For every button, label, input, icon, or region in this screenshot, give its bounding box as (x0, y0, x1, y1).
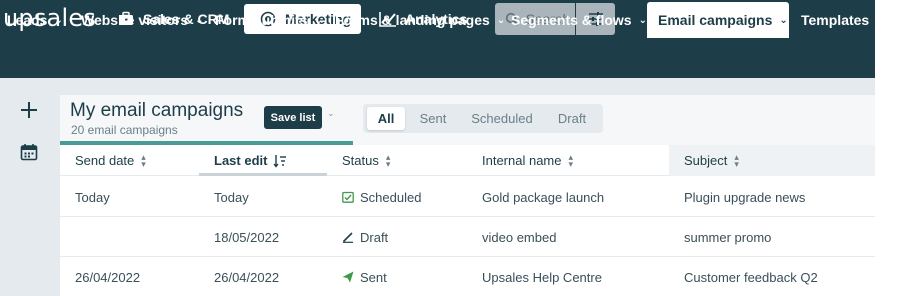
chevron-down-icon: ⌄ (314, 14, 323, 26)
subnav-leads-label: Leads (7, 12, 48, 28)
cell-internal-name: video embed (482, 229, 557, 245)
cell-subject: Customer feedback Q2 (684, 269, 818, 285)
column-send-date[interactable]: Send date ▴ ▾ (75, 145, 146, 176)
column-internal-name[interactable]: Internal name ▴ ▾ (482, 145, 573, 176)
subnav-leads[interactable]: Leads ⌄ (7, 2, 63, 38)
chevron-down-icon: ⌄ (195, 14, 204, 26)
cell-internal-name: Upsales Help Centre (482, 269, 602, 285)
cell-subject: summer promo (684, 229, 772, 245)
column-internal-name-label: Internal name (482, 153, 562, 168)
marketing-sub-navigation (0, 40, 875, 78)
column-status-label: Status (342, 153, 379, 168)
save-list-button[interactable]: Save list (264, 106, 322, 129)
subnav-form-submits[interactable]: Form submits ⌄ (215, 2, 323, 38)
cell-send-date: 26/04/2022 (75, 269, 141, 285)
subnav-email-campaigns-label: Email campaigns (658, 12, 773, 28)
cell-send-date: Today (75, 189, 110, 205)
cell-status: Sent (342, 257, 387, 296)
page-title: My email campaigns (70, 100, 244, 121)
column-last-edit[interactable]: Last edit (214, 145, 287, 176)
status-filter-tabs: All Sent Scheduled Draft (363, 104, 603, 133)
column-subject[interactable]: Subject ▴ ▾ (684, 145, 739, 176)
column-status[interactable]: Status ▴ ▾ (342, 145, 390, 176)
subnav-form-submits-label: Form submits (215, 12, 308, 28)
subnav-email-campaigns[interactable]: Email campaigns ⌄ (647, 2, 789, 38)
add-button[interactable] (18, 99, 40, 121)
subnav-templates-label: Templates (801, 12, 870, 28)
sort-descending-icon (273, 154, 287, 168)
subnav-templates[interactable]: Templates (801, 2, 869, 38)
subnav-forms-landing-pages-label: Forms & landing pages (335, 12, 490, 28)
tab-draft[interactable]: Draft (547, 107, 597, 130)
subnav-segments-flows[interactable]: Segments & flows ⌄ (511, 2, 647, 38)
cell-status: Draft (342, 217, 388, 257)
subnav-segments-flows-label: Segments & flows (511, 12, 632, 28)
subnav-website-visitors-label: Website visitors (81, 12, 189, 28)
column-send-date-label: Send date (75, 153, 135, 168)
sort-icon: ▴ ▾ (734, 151, 739, 169)
cell-status-label: Sent (360, 269, 387, 285)
cell-last-edit: 18/05/2022 (214, 229, 280, 245)
cell-last-edit: Today (214, 189, 249, 205)
sort-icon: ▴ ▾ (141, 151, 146, 169)
chevron-down-icon: ⌄ (638, 14, 647, 26)
sort-icon: ▴ ▾ (568, 151, 574, 169)
tab-sent[interactable]: Sent (411, 107, 455, 130)
campaign-count: 20 email campaigns (71, 123, 178, 137)
paper-plane-icon (342, 271, 354, 283)
cell-subject: Plugin upgrade news (684, 189, 806, 205)
column-last-edit-label: Last edit (214, 153, 268, 168)
cell-status-label: Scheduled (360, 189, 422, 205)
chevron-down-icon: ⌄ (54, 14, 63, 26)
subnav-website-visitors[interactable]: Website visitors ⌄ (81, 2, 204, 38)
plus-icon (21, 102, 37, 118)
cell-status: Scheduled (342, 177, 421, 217)
cell-last-edit: 26/04/2022 (214, 269, 280, 285)
calendar-icon (20, 144, 38, 161)
subnav-forms-landing-pages[interactable]: Forms & landing pages ⌄ (335, 2, 505, 38)
pencil-icon (342, 231, 354, 243)
chevron-down-icon: ⌄ (496, 14, 506, 26)
sort-icon: ▴ ▾ (385, 151, 391, 169)
tab-all[interactable]: All (367, 107, 405, 130)
cell-status-label: Draft (360, 229, 389, 245)
cell-internal-name: Gold package launch (482, 189, 605, 205)
chevron-down-icon[interactable]: ⌄ (327, 108, 335, 119)
calendar-check-icon (342, 191, 354, 203)
column-subject-label: Subject (684, 153, 728, 168)
calendar-button[interactable] (18, 141, 40, 163)
tab-scheduled[interactable]: Scheduled (463, 107, 541, 130)
chevron-down-icon: ⌄ (779, 14, 788, 26)
